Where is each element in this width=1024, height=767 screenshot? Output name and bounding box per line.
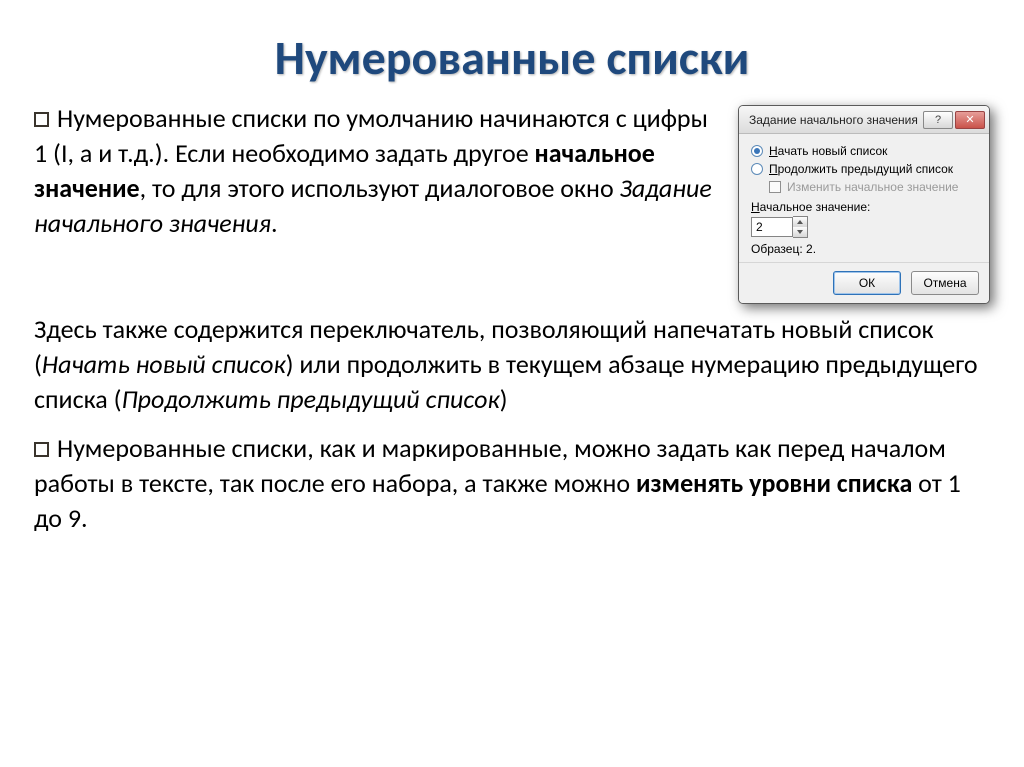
radio-new-label: Начать новый список [769,144,887,158]
cancel-button[interactable]: Отмена [911,271,979,295]
window-buttons: ? ✕ [923,111,985,129]
radio-new-u: Н [769,144,778,158]
checkbox-change-start: Изменить начальное значение [751,180,977,194]
p2-text-d: Продолжить предыдущий список [121,383,499,415]
sample-row: Образец: 2. [751,242,977,256]
radio-cont-rest: родолжить предыдущий список [778,162,953,176]
radio-cont-u: П [769,162,778,176]
spinner-buttons [793,216,808,238]
radio-new-list[interactable]: Начать новый список [751,144,977,158]
dialog-footer: ОК Отмена [739,262,989,303]
paragraph-1: Нумерованные списки по умолчанию начинаю… [34,101,724,241]
content-area: Нумерованные списки по умолчанию начинаю… [0,101,1024,537]
row-paragraph-and-dialog: Нумерованные списки по умолчанию начинаю… [34,101,990,304]
spinner-up-icon[interactable] [793,217,807,227]
start-value-label: Начальное значение: [751,200,977,214]
paragraph-3: Нумерованные списки, как и маркированные… [34,431,990,536]
checkbox-label: Изменить начальное значение [787,180,958,194]
p2-text-e: ) [500,383,508,415]
p1-text-c: , то для этого используют диалоговое окн… [140,172,620,204]
radio-new-rest: ачать новый список [778,144,888,158]
radio-continue-label: Продолжить предыдущий список [769,162,953,176]
p2-text-b: Начать новый список [42,348,286,380]
close-button[interactable]: ✕ [955,111,985,129]
page-title: Нумерованные списки [0,0,1024,101]
value-label-rest: ачальное значение: [760,200,871,214]
dialog-start-value: Задание начального значения ? ✕ Начать н… [738,105,990,304]
start-value-spinner[interactable]: 2 [751,216,977,238]
sample-value: 2. [806,242,816,256]
ok-button[interactable]: ОК [833,271,901,295]
dialog-title: Задание начального значения [749,113,918,127]
dialog-body: Начать новый список Продолжить предыдущи… [739,134,989,262]
help-button[interactable]: ? [923,111,953,129]
bullet-icon [34,442,49,457]
radio-continue-list[interactable]: Продолжить предыдущий список [751,162,977,176]
bullet-icon [34,112,49,127]
value-label-u: Н [751,200,760,214]
spinner-value[interactable]: 2 [751,217,793,237]
sample-label: Образец: [751,242,806,256]
radio-icon [751,163,763,175]
dialog-titlebar: Задание начального значения ? ✕ [739,106,989,134]
p3-text-b: изменять уровни списка [636,467,912,499]
radio-icon [751,145,763,157]
spinner-down-icon[interactable] [793,227,807,237]
checkbox-icon [769,181,781,193]
paragraph-2: Здесь также содержится переключатель, по… [34,312,990,417]
p1-text-e: . [271,207,278,239]
